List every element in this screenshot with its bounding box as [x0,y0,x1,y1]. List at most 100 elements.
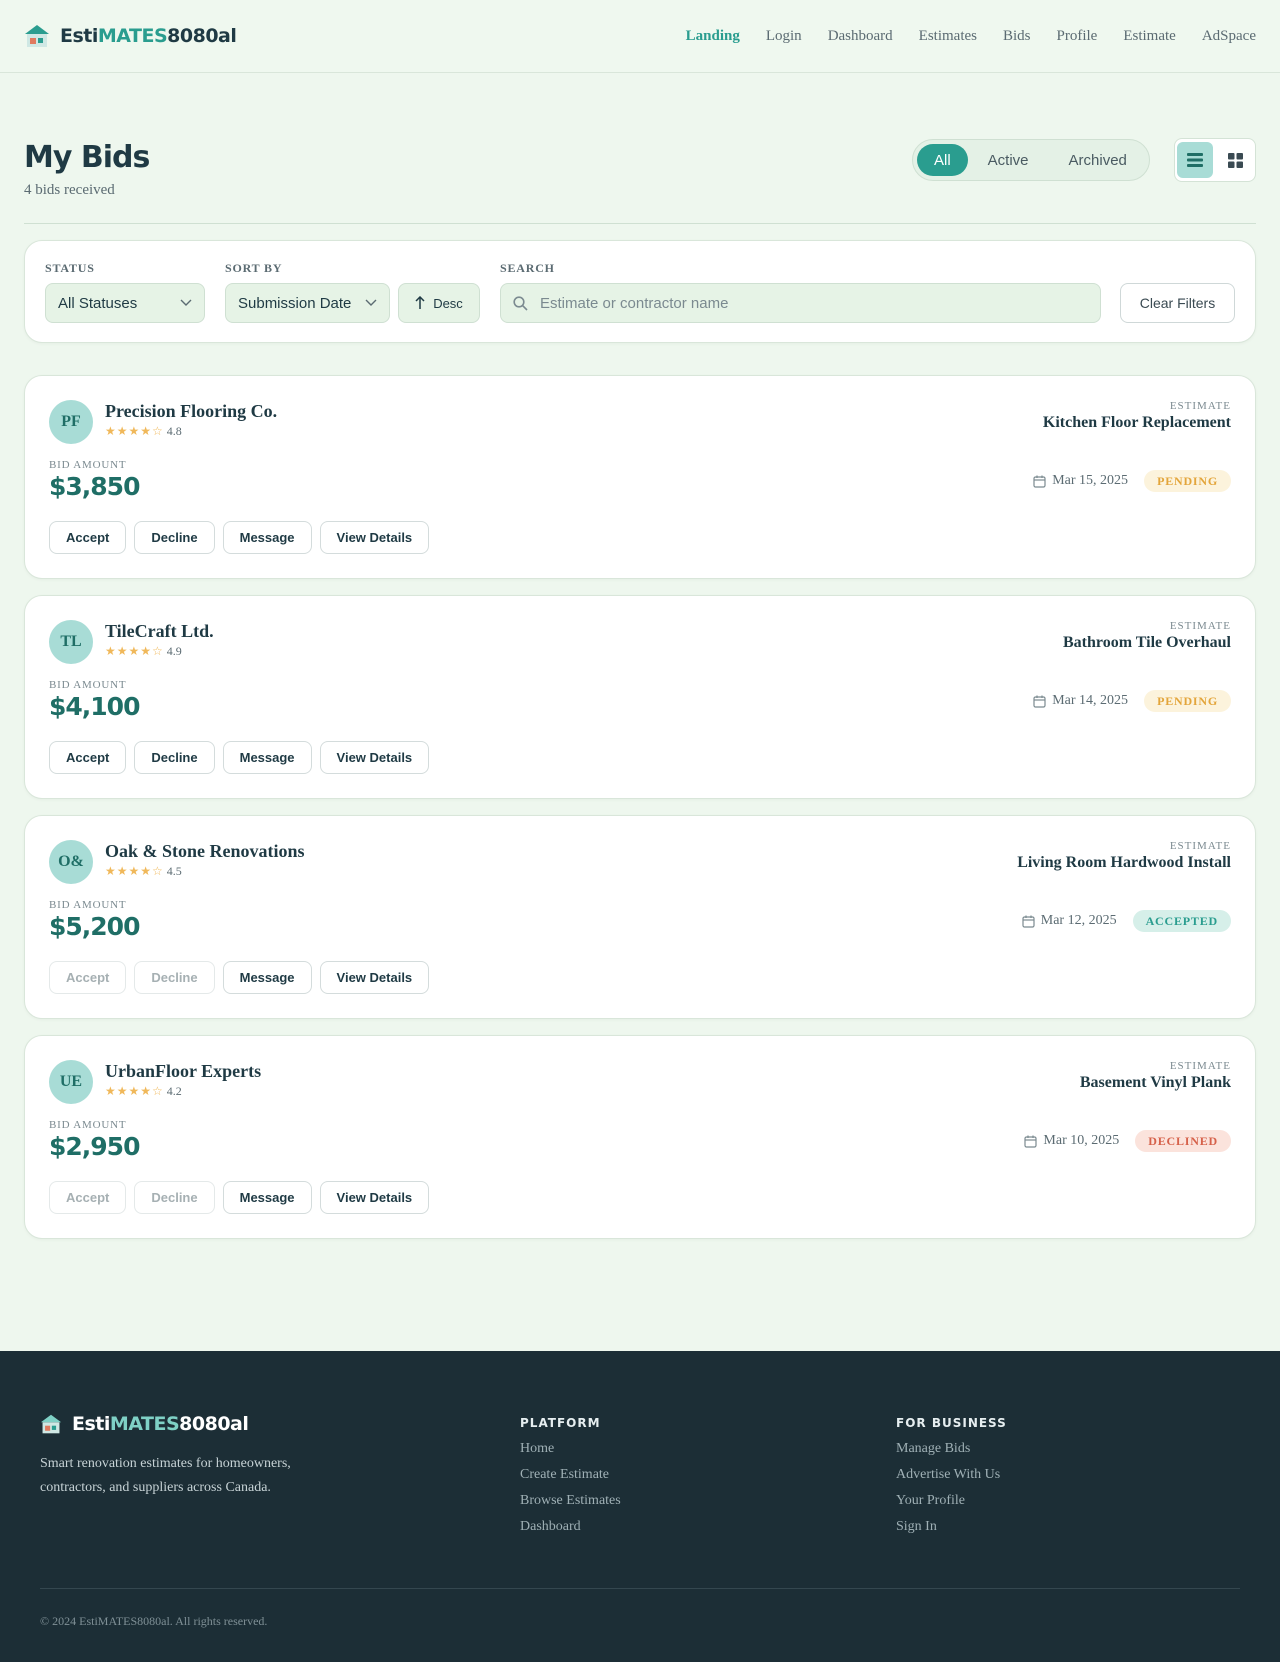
bid-date-text: Mar 12, 2025 [1040,913,1117,928]
view-details-button[interactable]: View Details [319,1181,430,1214]
bids-count: 4 bids received [24,182,115,198]
view-details-button[interactable]: View Details [319,521,430,554]
estimate-title[interactable]: Bathroom Tile Overhaul [1063,634,1231,652]
chevron-down-icon [365,299,377,306]
footer-link-your-profile[interactable]: Your Profile [896,1493,1007,1509]
sort-label: SORT BY [225,261,283,275]
status-select[interactable]: All Statuses [45,283,205,323]
footer-link-manage-bids[interactable]: Manage Bids [896,1441,1007,1457]
star-rating-icon: ★★★★☆ [105,1084,164,1098]
page-header: My Bids 4 bids received All Active Archi… [24,130,1256,224]
nav-profile[interactable]: Profile [1057,28,1098,45]
footer-brand[interactable]: EstiMATES8080al [40,1413,249,1435]
nav-bids[interactable]: Bids [1003,28,1031,45]
bid-date: Mar 14, 2025 [1033,693,1128,709]
bid-card: TL TileCraft Ltd. ★★★★☆ 4.9 ESTIMATE Bat… [24,595,1256,799]
bid-amount-label: BID AMOUNT [49,679,127,691]
bid-actions: Accept Decline Message View Details [49,961,430,994]
bid-amount-label: BID AMOUNT [49,1119,127,1131]
accept-button[interactable]: Accept [49,741,127,774]
arrow-up-icon [415,296,425,309]
star-rating-icon: ★★★★☆ [105,864,164,878]
bid-filter-tabs: All Active Archived [912,139,1150,181]
estimate-label: ESTIMATE [1169,400,1231,412]
accept-button: Accept [49,961,127,994]
footer-link-home[interactable]: Home [520,1441,621,1457]
view-details-button[interactable]: View Details [319,961,430,994]
message-button[interactable]: Message [222,961,312,994]
footer-brand-name: EstiMATES8080al [72,1413,249,1435]
status-select-value: All Statuses [58,294,138,312]
calendar-icon [1022,915,1035,928]
status-badge: PENDING [1144,470,1231,492]
nav-landing[interactable]: Landing [686,28,740,45]
estimate-label: ESTIMATE [1169,840,1231,852]
contractor-name[interactable]: Oak & Stone Renovations [105,841,305,862]
accept-button[interactable]: Accept [49,521,127,554]
footer-link-dashboard[interactable]: Dashboard [520,1519,621,1535]
bid-amount-label: BID AMOUNT [49,459,127,471]
nav-dashboard[interactable]: Dashboard [828,28,893,45]
decline-button[interactable]: Decline [134,521,215,554]
filter-bar: STATUS All Statuses SORT BY Submission D… [24,240,1256,343]
top-header: EstiMATES8080al Landing Login Dashboard … [0,0,1280,73]
sort-select[interactable]: Submission Date [225,283,390,323]
sort-direction-button[interactable]: Desc [398,283,480,323]
sort-select-value: Submission Date [238,294,352,312]
list-view-button[interactable] [1177,142,1213,178]
estimate-title[interactable]: Basement Vinyl Plank [1080,1074,1231,1092]
status-badge: DECLINED [1135,1130,1231,1152]
copyright: © 2024 EstiMATES8080al. All rights reser… [40,1614,268,1628]
rating-value: 4.8 [166,424,182,438]
tab-all[interactable]: All [917,144,968,176]
page-title: My Bids [24,140,150,175]
star-rating-icon: ★★★★☆ [105,644,164,658]
clear-filters-button[interactable]: Clear Filters [1120,283,1235,323]
search-label: SEARCH [500,261,555,275]
rating-value: 4.9 [166,644,182,658]
tab-archived[interactable]: Archived [1049,144,1147,176]
rating-value: 4.5 [166,864,182,878]
footer-link-sign-in[interactable]: Sign In [896,1519,1007,1535]
bid-date-text: Mar 14, 2025 [1052,693,1129,708]
brand-name: EstiMATES8080al [60,25,237,47]
nav-estimate[interactable]: Estimate [1123,28,1176,45]
bid-meta: Mar 10, 2025 DECLINED [1024,1130,1231,1152]
bid-actions: Accept Decline Message View Details [49,521,430,554]
main-nav: Landing Login Dashboard Estimates Bids P… [686,28,1256,45]
contractor-name[interactable]: TileCraft Ltd. [105,621,214,642]
nav-estimates[interactable]: Estimates [919,28,977,45]
bid-date: Mar 10, 2025 [1024,1133,1119,1149]
estimate-title[interactable]: Kitchen Floor Replacement [1043,414,1231,432]
bid-amount-label: BID AMOUNT [49,899,127,911]
message-button[interactable]: Message [222,741,312,774]
grid-view-button[interactable] [1217,142,1253,178]
contractor-name[interactable]: Precision Flooring Co. [105,401,277,422]
brand-logo[interactable]: EstiMATES8080al [24,23,237,49]
footer-link-browse-estimates[interactable]: Browse Estimates [520,1493,621,1509]
nav-adspace[interactable]: AdSpace [1202,28,1256,45]
estimate-title[interactable]: Living Room Hardwood Install [1017,854,1231,872]
tab-active[interactable]: Active [968,144,1049,176]
nav-login[interactable]: Login [766,28,802,45]
footer-link-advertise[interactable]: Advertise With Us [896,1467,1007,1483]
message-button[interactable]: Message [222,521,312,554]
message-button[interactable]: Message [222,1181,312,1214]
search-input[interactable] [540,294,1080,312]
contractor-name[interactable]: UrbanFloor Experts [105,1061,261,1082]
contractor-avatar: O& [49,840,93,884]
view-toggle [1174,138,1256,182]
estimate-label: ESTIMATE [1169,620,1231,632]
decline-button: Decline [134,1181,215,1214]
footer-link-create-estimate[interactable]: Create Estimate [520,1467,621,1483]
contractor-rating: ★★★★☆ 4.2 [105,1084,182,1099]
site-footer: EstiMATES8080al Smart renovation estimat… [0,1351,1280,1662]
bid-amount: $4,100 [49,692,140,721]
decline-button[interactable]: Decline [134,741,215,774]
bid-date: Mar 15, 2025 [1033,473,1128,489]
contractor-rating: ★★★★☆ 4.9 [105,644,182,659]
bid-card: O& Oak & Stone Renovations ★★★★☆ 4.5 EST… [24,815,1256,1019]
view-details-button[interactable]: View Details [319,741,430,774]
footer-platform-heading: PLATFORM [520,1416,601,1430]
grid-icon [1227,152,1243,168]
